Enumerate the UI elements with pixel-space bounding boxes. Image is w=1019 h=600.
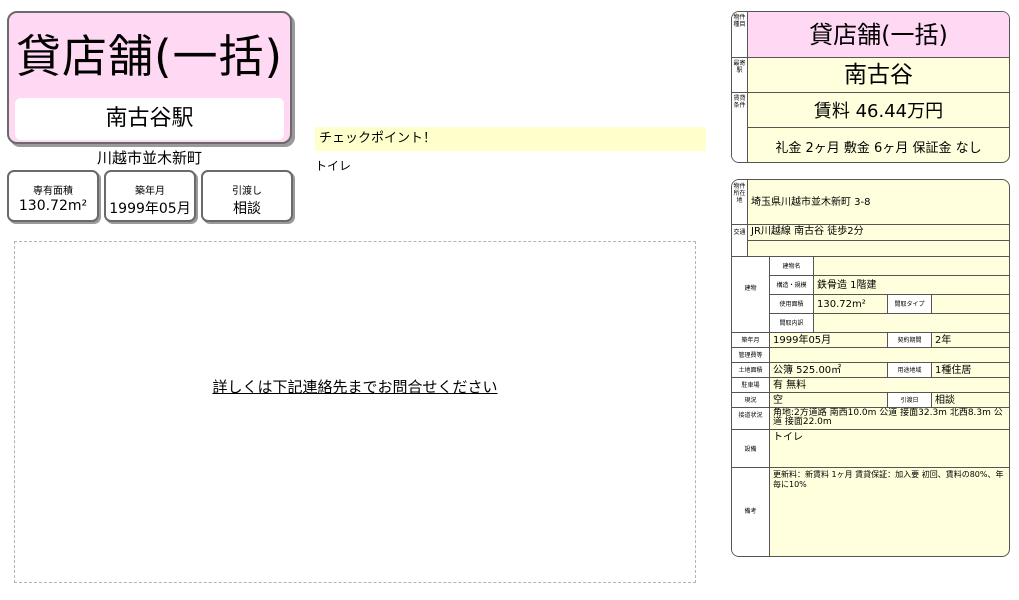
built-card-label: 築年月	[135, 186, 165, 197]
transport-blank-row	[748, 241, 1009, 257]
checkpoint-header: チェックポイント！	[315, 127, 706, 151]
status-label: 現況	[732, 393, 770, 408]
remarks-label: 備考	[732, 468, 770, 556]
parking-label: 駐車場	[732, 378, 770, 393]
summary-terms-row: 賃貸条件 賃料 46.44万円 礼金 2ヶ月 敷金 6ヶ月 保証金 なし	[732, 93, 1009, 162]
status-value: 空	[770, 393, 888, 408]
terms-divider	[748, 127, 1009, 128]
handover-card-value: 相談	[233, 201, 261, 217]
property-title-card: 貸店舗(一括) 南古谷駅	[7, 11, 292, 144]
building-name-value	[814, 257, 1009, 276]
layout-value	[932, 295, 1009, 314]
inquiry-message: 詳しくは下記連絡先までお問合せください	[212, 378, 498, 396]
road-value: 角地:2方道路 南西10.0m 公道 接面32.3m 北西8.3m 公道 接面2…	[770, 408, 1009, 430]
summary-terms-body: 賃料 46.44万円 礼金 2ヶ月 敷金 6ヶ月 保証金 なし	[748, 93, 1009, 162]
area-value: 130.72m²	[814, 295, 888, 314]
land-label: 土地面積	[732, 363, 770, 378]
handover-card-label: 引渡し	[232, 186, 262, 197]
station-box: 南古谷駅	[15, 98, 284, 140]
area-card-value: 130.72m²	[18, 198, 88, 214]
structure-value: 鉄骨造 1階建	[814, 276, 1009, 295]
property-type-title: 貸店舗(一括)	[15, 30, 284, 83]
handover-label: 引渡日	[888, 393, 932, 408]
summary-type-label: 物件種目	[732, 12, 748, 57]
area-label: 使用面積	[770, 295, 814, 314]
land-value: 公簿 525.00㎡	[770, 363, 888, 378]
handover-value: 相談	[932, 393, 1009, 408]
facility-label: 設備	[732, 430, 770, 468]
summary-panel: 物件種目 貸店舗(一括) 最寄駅 南古谷 賃貸条件 賃料 46.44万円 礼金 …	[731, 11, 1010, 163]
transport-label: 交通	[732, 225, 748, 257]
building-name-label: 建物名	[770, 257, 814, 276]
area-card: 専有面積 130.72m²	[7, 170, 99, 222]
road-label: 接道状況	[732, 408, 770, 430]
checkpoint-body: トイレ	[315, 159, 352, 173]
summary-station-row: 最寄駅 南古谷	[732, 58, 1009, 93]
zoning-label: 用途地域	[888, 363, 932, 378]
address-line: 川越市並木新町	[96, 149, 202, 167]
layout-detail-value	[814, 314, 1009, 333]
contract-label: 契約期間	[888, 333, 932, 348]
rent-value: 賃料 46.44万円	[813, 101, 944, 122]
station-name: 南古谷駅	[105, 106, 194, 131]
fees-value: 礼金 2ヶ月 敷金 6ヶ月 保証金 なし	[775, 141, 982, 156]
built-card: 築年月 1999年05月	[104, 170, 196, 222]
mgmt-value	[770, 348, 1009, 363]
facility-value: トイレ	[770, 430, 1009, 468]
built-card-value: 1999年05月	[109, 201, 191, 217]
parking-value: 有 無料	[770, 378, 1009, 393]
building-label: 建物	[732, 257, 770, 333]
remarks-value: 更新料：新賃料 1ヶ月 賃貸保証：加入要 初回、賃料の80%、年毎に10%	[773, 470, 1004, 489]
summary-type-value: 貸店舗(一括)	[748, 12, 1009, 57]
handover-card: 引渡し 相談	[201, 170, 293, 222]
transport-value: JR川越線 南古谷 徒歩2分	[748, 225, 1009, 241]
summary-type-row: 物件種目 貸店舗(一括)	[732, 12, 1009, 58]
photo-area: 詳しくは下記連絡先までお問合せください	[14, 241, 696, 583]
built-label: 築年月	[732, 333, 770, 348]
location-label: 物件所在地	[732, 180, 748, 225]
summary-station-label: 最寄駅	[732, 58, 748, 92]
built-value: 1999年05月	[770, 333, 888, 348]
layout-label: 間取タイプ	[888, 295, 932, 314]
contract-value: 2年	[932, 333, 1009, 348]
structure-label: 構造・規模	[770, 276, 814, 295]
location-value: 埼玉県川越市並木新町 3-8	[748, 180, 1009, 225]
mgmt-label: 管理費等	[732, 348, 770, 363]
summary-station-value: 南古谷	[844, 62, 913, 88]
area-card-label: 専有面積	[33, 186, 73, 197]
layout-detail-label: 間取内訳	[770, 314, 814, 333]
details-panel: 物件所在地 埼玉県川越市並木新町 3-8 交通 JR川越線 南古谷 徒歩2分 建…	[731, 179, 1010, 557]
zoning-value: 1種住居	[932, 363, 1009, 378]
summary-terms-label: 賃貸条件	[732, 93, 748, 162]
